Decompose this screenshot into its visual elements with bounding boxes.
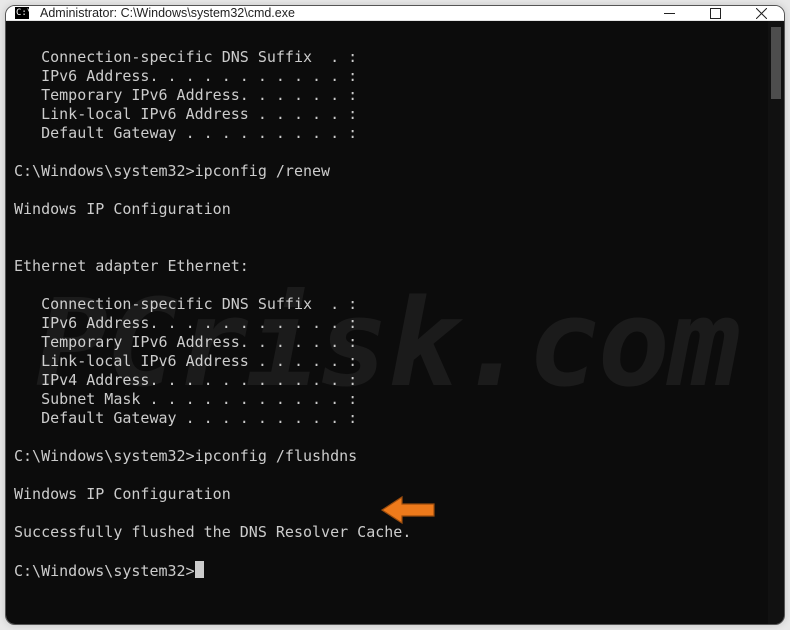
output-line: Connection-specific DNS Suffix . : — [14, 48, 357, 66]
output-line: Link-local IPv6 Address . . . . . : — [14, 352, 357, 370]
output-line: Ethernet adapter Ethernet: — [14, 257, 249, 275]
titlebar[interactable]: C:\ Administrator: C:\Windows\system32\c… — [6, 6, 784, 21]
console-output[interactable]: Connection-specific DNS Suffix . : IPv6 … — [6, 21, 768, 625]
minimize-icon — [664, 8, 675, 19]
output-line: Windows IP Configuration — [14, 200, 231, 218]
app-icon: C:\ — [6, 6, 38, 20]
close-button[interactable] — [738, 6, 784, 20]
output-line: Successfully flushed the DNS Resolver Ca… — [14, 523, 411, 541]
window-title: Administrator: C:\Windows\system32\cmd.e… — [38, 6, 646, 20]
scrollbar-thumb[interactable] — [771, 27, 781, 99]
console-area[interactable]: Connection-specific DNS Suffix . : IPv6 … — [6, 21, 784, 625]
scrollbar[interactable] — [768, 21, 784, 625]
output-line: IPv6 Address. . . . . . . . . . . : — [14, 67, 357, 85]
prompt: C:\Windows\system32> — [14, 562, 195, 580]
output-line: Link-local IPv6 Address . . . . . : — [14, 105, 357, 123]
output-line: Default Gateway . . . . . . . . . : — [14, 409, 357, 427]
output-line: Temporary IPv6 Address. . . . . . : — [14, 333, 357, 351]
maximize-icon — [710, 8, 721, 19]
prompt: C:\Windows\system32> — [14, 447, 195, 465]
output-line: Windows IP Configuration — [14, 485, 231, 503]
output-line: IPv6 Address. . . . . . . . . . . : — [14, 314, 357, 332]
prompt: C:\Windows\system32> — [14, 162, 195, 180]
cmd-window: C:\ Administrator: C:\Windows\system32\c… — [5, 5, 785, 625]
output-line: Connection-specific DNS Suffix . : — [14, 295, 357, 313]
output-line: Subnet Mask . . . . . . . . . . . : — [14, 390, 357, 408]
command: ipconfig /flushdns — [195, 447, 358, 465]
window-controls — [646, 6, 784, 20]
text-cursor — [195, 561, 204, 578]
output-line: Default Gateway . . . . . . . . . : — [14, 124, 357, 142]
output-line: Temporary IPv6 Address. . . . . . : — [14, 86, 357, 104]
command: ipconfig /renew — [195, 162, 330, 180]
maximize-button[interactable] — [692, 6, 738, 20]
output-line: IPv4 Address. . . . . . . . . . . : — [14, 371, 357, 389]
close-icon — [756, 8, 767, 19]
minimize-button[interactable] — [646, 6, 692, 20]
cmd-icon: C:\ — [14, 6, 30, 20]
